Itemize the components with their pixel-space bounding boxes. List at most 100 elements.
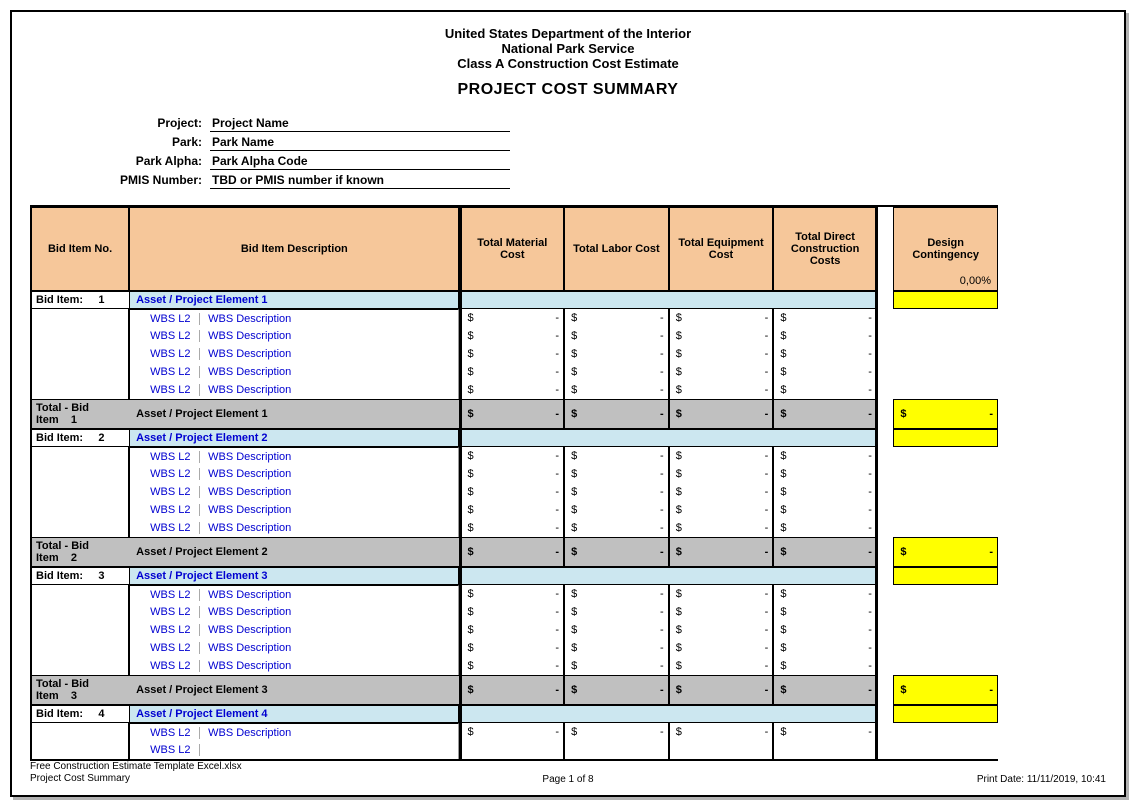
- amount-cell: $-: [564, 447, 669, 465]
- amount-cell: $-: [564, 585, 669, 603]
- amount-cell: $-: [564, 327, 669, 345]
- park-value: Park Name: [210, 134, 510, 151]
- wbs-row: WBS L2 WBS Description $- $- $- $-: [30, 345, 998, 363]
- wbs-description: WBS Description: [200, 606, 454, 618]
- wbs-description: WBS Description: [200, 366, 454, 378]
- total-contingency: $-: [893, 399, 998, 429]
- wbs-row: WBS L2 WBS Description $- $- $- $-: [30, 603, 998, 621]
- amount-cell: $-: [773, 585, 878, 603]
- amount-cell: $-: [669, 399, 774, 429]
- amount-cell: $-: [459, 447, 564, 465]
- wbs-row: WBS L2 WBS Description $- $- $- $-: [30, 519, 998, 537]
- amount-cell: $-: [669, 447, 774, 465]
- bid-item-label: Bid Item: 1: [30, 291, 129, 309]
- wbs-row: WBS L2 WBS Description $- $- $- $-: [30, 657, 998, 675]
- wbs-description: WBS Description: [200, 522, 454, 534]
- wbs-code: WBS L2: [134, 624, 200, 636]
- col-contingency: Design Contingency 0,00%: [893, 207, 998, 291]
- wbs-row: WBS L2 WBS Description $- $- $- $-: [30, 585, 998, 603]
- footer-sheet: Project Cost Summary: [30, 773, 242, 785]
- amount-cell: $-: [459, 483, 564, 501]
- wbs-row: WBS L2: [30, 741, 998, 759]
- amount-cell: $-: [459, 675, 564, 705]
- total-name: Asset / Project Element 3: [129, 675, 459, 705]
- wbs-row: WBS L2 WBS Description $- $- $- $-: [30, 639, 998, 657]
- bid-item-row: Bid Item: 4 Asset / Project Element 4: [30, 705, 998, 723]
- park-alpha-value: Park Alpha Code: [210, 153, 510, 170]
- pmis-value: TBD or PMIS number if known: [210, 172, 510, 189]
- wbs-description: WBS Description: [200, 348, 454, 360]
- wbs-row: WBS L2 WBS Description $- $- $- $-: [30, 327, 998, 345]
- contingency-highlight: [893, 705, 998, 723]
- subtitle-line: Class A Construction Cost Estimate: [30, 56, 1106, 71]
- amount-cell-blank: [773, 741, 878, 759]
- bid-item-total-row: Total - Bid Item 2 Asset / Project Eleme…: [30, 537, 998, 567]
- amount-cell: $-: [459, 519, 564, 537]
- document-heading: United States Department of the Interior…: [30, 26, 1106, 99]
- page-frame: United States Department of the Interior…: [10, 10, 1126, 797]
- wbs-row: WBS L2 WBS Description $- $- $- $-: [30, 501, 998, 519]
- contingency-highlight: [893, 567, 998, 585]
- wbs-code: WBS L2: [134, 744, 200, 756]
- amount-cell: $-: [564, 603, 669, 621]
- wbs-description: WBS Description: [200, 660, 454, 672]
- cost-summary-table: Bid Item No. Bid Item Description Total …: [30, 205, 998, 761]
- wbs-row: WBS L2 WBS Description $- $- $- $-: [30, 621, 998, 639]
- wbs-code: WBS L2: [134, 366, 200, 378]
- col-labor: Total Labor Cost: [564, 207, 669, 291]
- wbs-description: WBS Description: [200, 589, 454, 601]
- amount-cell: $-: [669, 519, 774, 537]
- wbs-row: WBS L2 WBS Description $- $- $- $-: [30, 447, 998, 465]
- wbs-code: WBS L2: [134, 589, 200, 601]
- amount-cell: $-: [773, 537, 878, 567]
- amount-cell: $-: [669, 603, 774, 621]
- amount-cell: $-: [773, 399, 878, 429]
- amount-cell: $-: [564, 639, 669, 657]
- wbs-description: WBS Description: [200, 330, 454, 342]
- contingency-highlight: [893, 429, 998, 447]
- amount-cell: $-: [564, 363, 669, 381]
- wbs-description: WBS Description: [200, 624, 454, 636]
- amount-cell: $-: [773, 657, 878, 675]
- wbs-code: WBS L2: [134, 313, 200, 325]
- amount-cell: $-: [564, 501, 669, 519]
- amount-cell: $-: [669, 657, 774, 675]
- wbs-row: WBS L2 WBS Description $- $- $- $-: [30, 723, 998, 741]
- bid-item-name: Asset / Project Element 1: [129, 291, 459, 309]
- amount-cell: $-: [564, 465, 669, 483]
- amount-cell: $-: [773, 483, 878, 501]
- bid-item-name: Asset / Project Element 3: [129, 567, 459, 585]
- bid-item-row: Bid Item: 3 Asset / Project Element 3: [30, 567, 998, 585]
- agency-line: United States Department of the Interior: [30, 26, 1106, 41]
- wbs-code: WBS L2: [134, 330, 200, 342]
- amount-cell: $-: [669, 345, 774, 363]
- total-name: Asset / Project Element 2: [129, 537, 459, 567]
- amount-cell: $-: [564, 483, 669, 501]
- total-contingency: $-: [893, 537, 998, 567]
- park-label: Park:: [30, 135, 210, 149]
- project-meta: Project: Project Name Park: Park Name Pa…: [30, 115, 1106, 189]
- bid-item-label: Bid Item: 3: [30, 567, 129, 585]
- wbs-code: WBS L2: [134, 727, 200, 739]
- amount-cell: $-: [459, 345, 564, 363]
- project-label: Project:: [30, 116, 210, 130]
- col-direct: Total Direct Construction Costs: [773, 207, 878, 291]
- amount-cell: $-: [459, 657, 564, 675]
- wbs-description: [200, 744, 454, 756]
- amount-cell: $-: [669, 501, 774, 519]
- page-footer: Free Construction Estimate Template Exce…: [30, 761, 1106, 785]
- amount-cell: $-: [564, 399, 669, 429]
- amount-cell: $-: [773, 639, 878, 657]
- amount-cell-blank: [459, 741, 564, 759]
- wbs-row: WBS L2 WBS Description $- $- $- $-: [30, 465, 998, 483]
- wbs-description: WBS Description: [200, 486, 454, 498]
- amount-cell: $-: [773, 603, 878, 621]
- wbs-row: WBS L2 WBS Description $- $- $- $-: [30, 381, 998, 399]
- bid-item-name: Asset / Project Element 2: [129, 429, 459, 447]
- wbs-code: WBS L2: [134, 468, 200, 480]
- col-bid-no: Bid Item No.: [30, 207, 129, 291]
- amount-cell: $-: [669, 675, 774, 705]
- col-material: Total Material Cost: [459, 207, 564, 291]
- wbs-code: WBS L2: [134, 522, 200, 534]
- wbs-code: WBS L2: [134, 642, 200, 654]
